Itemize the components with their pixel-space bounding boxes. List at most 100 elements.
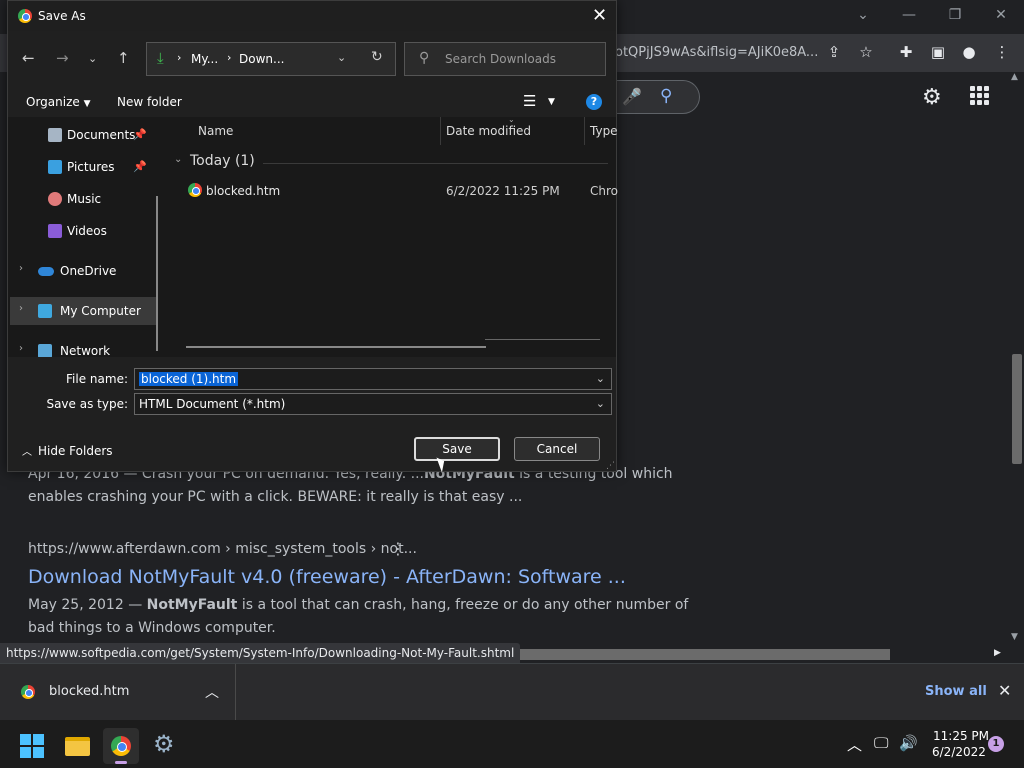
file-pane-divider: [485, 339, 600, 340]
breadcrumb-separator-icon: ›: [177, 51, 182, 64]
snippet-text: is a tool that can crash, hang, freeze o…: [237, 597, 689, 613]
nav-item-onedrive[interactable]: › OneDrive: [8, 257, 158, 285]
chevron-down-icon[interactable]: ⌄: [596, 394, 605, 414]
share-icon[interactable]: ⇪: [823, 41, 845, 63]
organize-button[interactable]: Organize ▼: [26, 95, 91, 109]
tab-search-icon[interactable]: ⌄: [840, 4, 886, 26]
more-options-icon[interactable]: ⋮: [390, 539, 406, 558]
nav-item-videos[interactable]: Videos: [8, 217, 158, 245]
windows-logo-icon: [20, 734, 44, 758]
save-as-type-select[interactable]: HTML Document (*.htm) ⌄: [134, 393, 612, 415]
group-header-today[interactable]: Today (1): [190, 153, 255, 169]
settings-taskbar-button[interactable]: ⚙: [147, 728, 183, 764]
clock-date[interactable]: 6/2/2022: [932, 745, 986, 759]
extensions-icon[interactable]: ✚: [895, 41, 917, 63]
save-button[interactable]: Save: [414, 437, 500, 461]
view-chevron-down-icon[interactable]: ▼: [548, 97, 555, 107]
up-arrow-icon[interactable]: ↑: [117, 49, 130, 67]
address-bar[interactable]: ⤓ › My... › Down... ⌄ ↻: [146, 42, 396, 76]
settings-gear-icon[interactable]: ⚙: [922, 85, 942, 110]
expand-chevron-icon[interactable]: ›: [19, 343, 23, 354]
scroll-right-icon[interactable]: ▶: [994, 648, 1001, 658]
download-item[interactable]: blocked.htm ︿: [0, 664, 236, 721]
forward-arrow-icon[interactable]: →: [56, 49, 69, 67]
show-hidden-icons-chevron-icon[interactable]: ︿: [847, 734, 862, 755]
restore-icon[interactable]: ❐: [932, 4, 978, 26]
nav-item-network[interactable]: › Network: [8, 337, 158, 357]
scroll-up-icon[interactable]: ▲: [1011, 72, 1018, 82]
taskbar: ⚙ ︿ 🖵 🔊 11:25 PM 6/2/2022 1: [0, 720, 1024, 768]
save-as-type-value: HTML Document (*.htm): [139, 397, 286, 411]
file-explorer-button[interactable]: [59, 728, 95, 764]
breadcrumb-separator-icon: ›: [227, 51, 232, 64]
close-download-bar-icon[interactable]: ✕: [998, 681, 1011, 700]
chrome-file-icon: [188, 183, 202, 197]
notification-badge[interactable]: 1: [988, 736, 1004, 752]
new-folder-button[interactable]: New folder: [117, 95, 182, 109]
minimize-icon[interactable]: —: [886, 4, 932, 26]
menu-icon[interactable]: ⋮: [991, 41, 1013, 63]
cancel-button[interactable]: Cancel: [514, 437, 600, 461]
folder-icon: [65, 737, 90, 756]
view-options-icon[interactable]: ☰: [523, 92, 536, 110]
column-divider[interactable]: [440, 117, 441, 145]
clock-time[interactable]: 11:25 PM: [933, 729, 989, 743]
expand-chevron-icon[interactable]: ›: [19, 303, 23, 314]
hide-folders-label: Hide Folders: [38, 444, 113, 458]
side-panel-icon[interactable]: ▣: [927, 41, 949, 63]
scroll-down-icon[interactable]: ▼: [1011, 632, 1018, 642]
chevron-down-icon[interactable]: ⌄: [596, 369, 605, 389]
column-header-name[interactable]: Name: [198, 124, 233, 138]
nav-label: Music: [67, 192, 102, 206]
column-divider[interactable]: [584, 117, 585, 145]
microphone-icon[interactable]: 🎤: [622, 87, 642, 106]
column-header-date-modified[interactable]: Date modified: [446, 124, 531, 138]
hide-folders-button[interactable]: ︿ Hide Folders: [22, 443, 113, 458]
nav-item-documents[interactable]: Documents 📌: [8, 121, 158, 149]
page-scrollbar-thumb[interactable]: [1012, 354, 1022, 464]
breadcrumb-my-computer[interactable]: My...: [191, 52, 218, 66]
nav-item-my-computer[interactable]: › My Computer: [10, 297, 156, 325]
chevron-up-icon[interactable]: ︿: [205, 682, 219, 702]
sort-indicator-icon: ⌄: [508, 115, 515, 124]
expand-chevron-icon[interactable]: ›: [19, 263, 23, 274]
snippet-bold: NotMyFault: [146, 597, 238, 613]
network-icon[interactable]: 🖵: [874, 734, 888, 752]
horizontal-scrollbar-thumb[interactable]: [470, 649, 890, 660]
profile-icon[interactable]: ●: [958, 41, 980, 63]
nav-item-music[interactable]: Music: [8, 185, 158, 213]
group-collapse-chevron-icon[interactable]: ⌄: [174, 154, 182, 165]
breadcrumb-downloads[interactable]: Down...: [239, 52, 284, 66]
group-divider: [263, 163, 608, 164]
resize-grip-icon[interactable]: ⋰: [606, 461, 615, 471]
column-header-type[interactable]: Type: [590, 124, 618, 138]
chevron-up-icon: ︿: [22, 447, 32, 458]
address-history-chevron-icon[interactable]: ⌄: [337, 51, 346, 64]
start-button[interactable]: [14, 728, 50, 764]
nav-label: Documents: [67, 128, 136, 142]
address-bar[interactable]: otQPjJS9wAs&iflsig=AJiK0e8A...: [615, 39, 855, 67]
volume-icon[interactable]: 🔊: [899, 734, 918, 752]
show-all-link[interactable]: Show all: [925, 684, 987, 699]
close-icon[interactable]: ✕: [978, 4, 1024, 26]
help-icon[interactable]: ?: [586, 94, 602, 110]
search-downloads-input[interactable]: ⚲ Search Downloads: [404, 42, 606, 76]
search-icon[interactable]: ⚲: [660, 86, 672, 106]
refresh-icon[interactable]: ↻: [371, 49, 383, 65]
recent-locations-chevron-icon[interactable]: ⌄: [88, 52, 97, 65]
close-dialog-icon[interactable]: ✕: [592, 5, 607, 26]
cloud-icon: [38, 267, 54, 276]
result-title-link[interactable]: Download NotMyFault v4.0 (freeware) - Af…: [28, 566, 626, 588]
nav-pane-scrollbar[interactable]: [156, 196, 158, 351]
computer-icon: [38, 304, 52, 318]
google-apps-icon[interactable]: [970, 86, 990, 106]
chrome-taskbar-button[interactable]: [103, 728, 139, 764]
file-name-input[interactable]: blocked (1).htm ⌄: [134, 368, 612, 390]
file-pane-scrollbar[interactable]: [186, 346, 486, 348]
nav-item-pictures[interactable]: Pictures 📌: [8, 153, 158, 181]
back-arrow-icon[interactable]: ←: [22, 49, 35, 67]
bookmark-star-icon[interactable]: ☆: [855, 41, 877, 63]
dialog-bottom-panel: File name: blocked (1).htm ⌄ Save as typ…: [8, 357, 616, 471]
result-url[interactable]: https://www.afterdawn.com › misc_system_…: [28, 541, 417, 557]
organize-label: Organize: [26, 95, 80, 109]
